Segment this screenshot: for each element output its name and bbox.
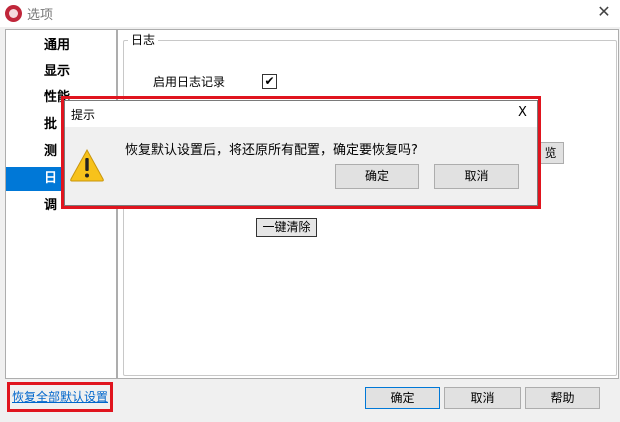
window-close-button[interactable]: ✕ [595,2,613,22]
restore-link-highlight [7,382,113,412]
window-title: 选项 [27,8,54,23]
group-title: 日志 [128,31,159,48]
dialog-highlight [61,96,541,209]
clear-log-button[interactable]: 一键清除 [256,218,317,237]
log-enable-checkbox[interactable]: ✔ [262,74,277,89]
cancel-button[interactable]: 取消 [444,387,521,409]
app-logo-icon [5,5,22,22]
window-titlebar: 选项 ✕ [0,0,620,27]
sidebar-item-display[interactable]: 显示 [6,60,116,84]
ok-button[interactable]: 确定 [365,387,440,409]
help-button[interactable]: 帮助 [525,387,600,409]
sidebar-item-general[interactable]: 通用 [6,34,116,58]
log-enable-label: 启用日志记录 [153,75,226,89]
browse-button[interactable]: 览 [537,142,564,164]
